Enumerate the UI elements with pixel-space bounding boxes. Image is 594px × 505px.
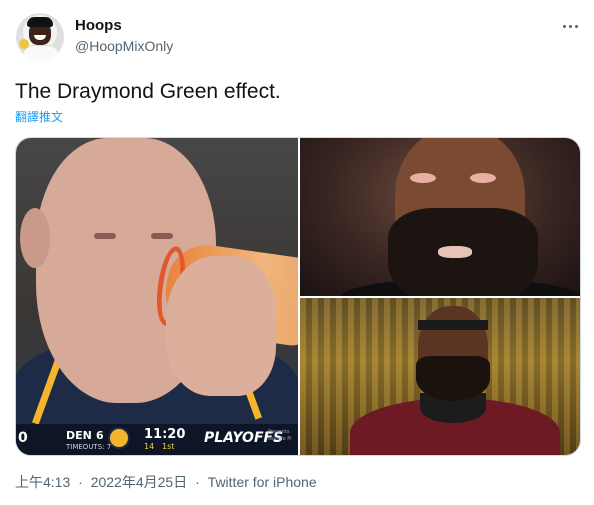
photo-lebron[interactable] [300,298,580,455]
scorebug-period: 1st [162,442,175,451]
avatar-ball [19,39,29,49]
author-handle[interactable]: @HoopMixOnly [75,37,173,55]
author-name[interactable]: Hoops [75,16,122,36]
tweet: Hoops @HoopMixOnly The Draymond Green ef… [0,0,594,505]
more-dot-icon [574,24,578,28]
mouth [438,246,472,258]
more-options-button[interactable] [556,16,584,36]
more-dot-icon [568,24,572,28]
team-logo-icon [108,427,130,449]
tweet-time[interactable]: 上午4:13 [15,474,70,490]
tweet-text: The Draymond Green effect. [15,80,281,103]
photo-harden[interactable] [300,138,580,296]
tweet-date[interactable]: 2022年4月25日 [91,474,188,490]
headband [418,320,488,330]
author-avatar[interactable] [16,13,64,61]
photo-jokic[interactable]: 0 DEN 6 TIMEOUTS: 7 11:20 14 1st PLAYOFF… [16,138,298,455]
tweet-meta: 上午4:13 · 2022年4月25日 · Twitter for iPhone [15,472,317,492]
beard [416,356,490,401]
scorebug: 0 DEN 6 TIMEOUTS: 7 11:20 14 1st PLAYOFF… [16,424,298,455]
scorebug-shot-clock: 14 [144,442,155,451]
scorebug-sponsor: Presents Google Pi [268,429,292,442]
tweet-source[interactable]: Twitter for iPhone [208,474,317,490]
scorebug-clock: 11:20 [144,427,186,442]
meta-separator: · [195,474,200,490]
eye [470,173,496,183]
scorebug-quarter: 0 [18,430,28,446]
eye [410,173,436,183]
media-grid: 0 DEN 6 TIMEOUTS: 7 11:20 14 1st PLAYOFF… [15,137,581,456]
avatar-hair [27,17,53,27]
more-dot-icon [562,24,566,28]
meta-separator: · [78,474,83,490]
scorebug-score: 6 [96,429,104,442]
scorebug-timeouts: TIMEOUTS: 7 [66,443,112,451]
eye [151,233,173,239]
ear [20,208,50,268]
scorebug-team: DEN [66,429,92,442]
avatar-shirt [22,45,60,61]
translate-link[interactable]: 翻譯推文 [15,109,63,125]
eye [94,233,116,239]
hand [166,256,276,396]
